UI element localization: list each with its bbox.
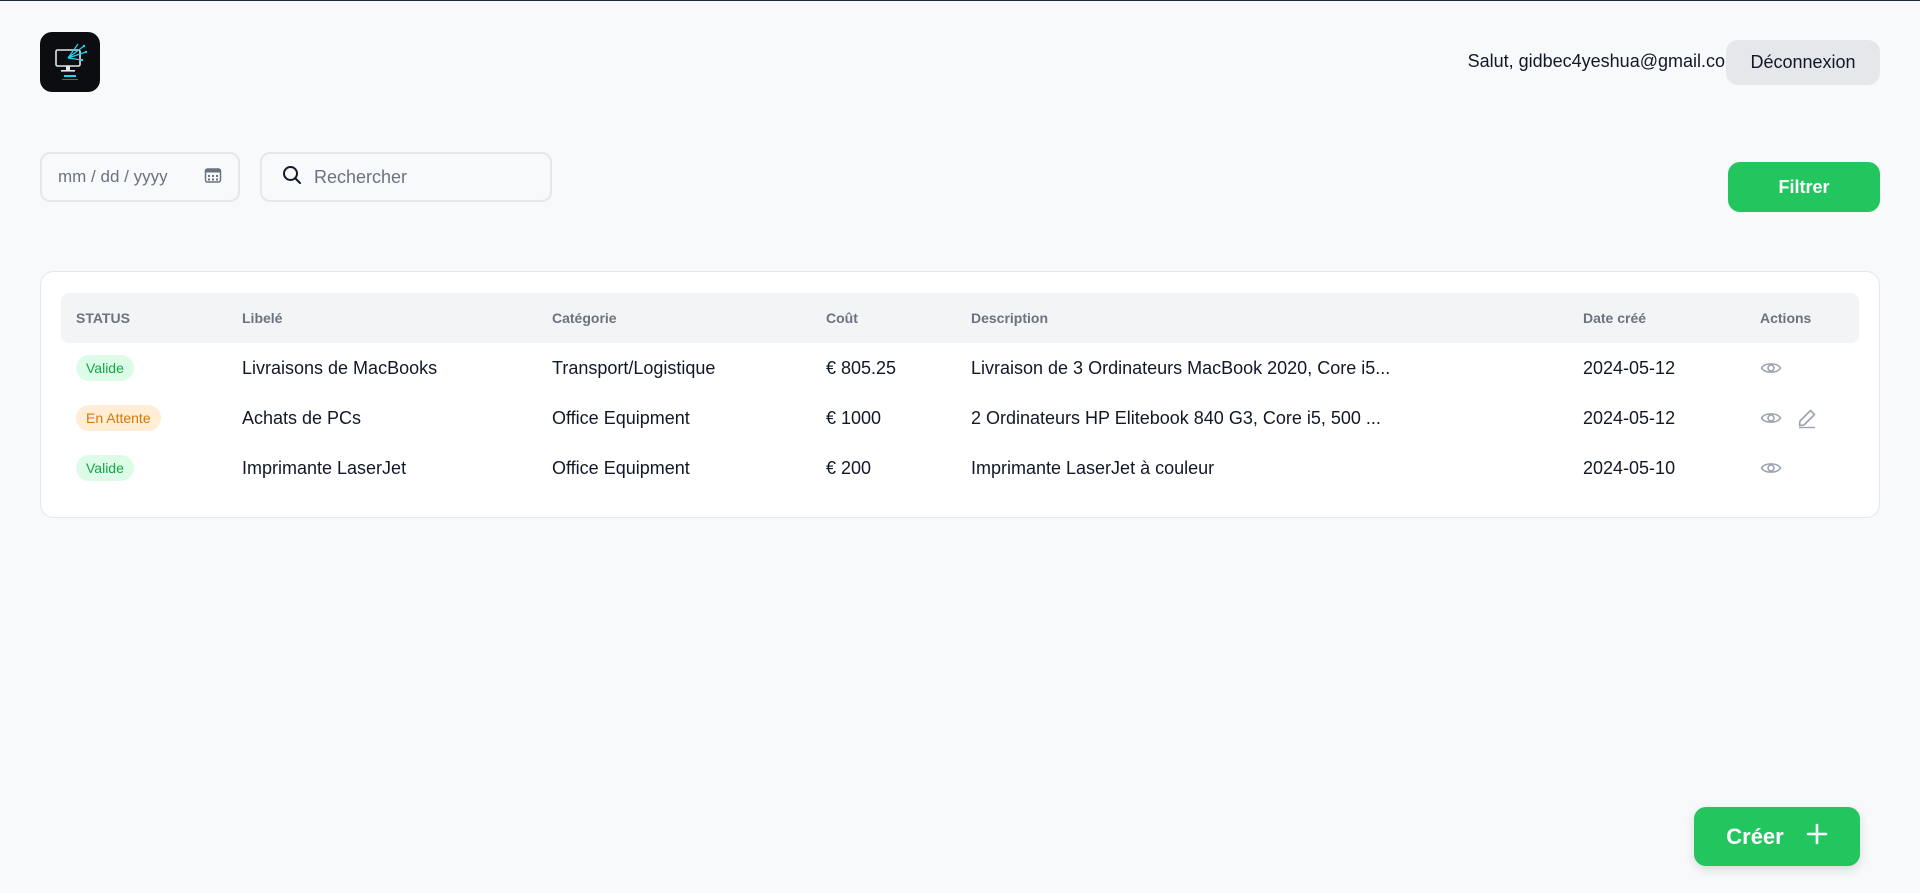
column-header-actions: Actions <box>1760 310 1812 326</box>
calendar-icon[interactable] <box>204 166 222 189</box>
status-cell: Valide <box>61 343 227 393</box>
search-field[interactable] <box>260 152 552 202</box>
table-row: Valide Imprimante LaserJet Office Equipm… <box>61 443 1859 493</box>
column-header-status: STATUS <box>76 310 130 326</box>
status-badge: Valide <box>76 455 134 481</box>
label-cell: Livraisons de MacBooks <box>242 357 438 378</box>
status-badge: En Attente <box>76 405 161 431</box>
label-cell: Achats de PCs <box>242 407 362 428</box>
view-eye-icon[interactable] <box>1760 457 1782 479</box>
description-cell: Livraison de 3 Ordinateurs MacBook 2020,… <box>971 357 1391 378</box>
monitor-logo-icon <box>55 43 88 80</box>
status-cell: Valide <box>61 443 227 493</box>
status-badge: Valide <box>76 355 134 381</box>
actions-cell <box>1745 343 1859 393</box>
expenses-table: STATUS Libelé Catégorie Coût Description… <box>61 293 1859 493</box>
view-eye-icon[interactable] <box>1760 407 1782 429</box>
expenses-table-card: STATUS Libelé Catégorie Coût Description… <box>40 271 1880 518</box>
filter-button[interactable]: Filtrer <box>1728 162 1880 212</box>
column-header-category: Catégorie <box>552 310 617 326</box>
description-cell: 2 Ordinateurs HP Elitebook 840 G3, Core … <box>971 407 1381 428</box>
category-cell: Office Equipment <box>552 407 690 428</box>
actions-cell <box>1745 393 1859 443</box>
cost-cell: € 805.25 <box>826 357 897 378</box>
status-cell: En Attente <box>61 393 227 443</box>
date-cell: 2024-05-12 <box>1583 407 1676 428</box>
edit-pencil-icon[interactable] <box>1796 407 1818 429</box>
create-label: Créer <box>1726 823 1784 849</box>
create-button[interactable]: Créer <box>1694 807 1860 866</box>
plus-icon <box>1806 823 1828 851</box>
table-row: Valide Livraisons de MacBooks Transport/… <box>61 343 1859 393</box>
date-placeholder: mm / dd / yyyy <box>58 167 168 186</box>
table-header-row: STATUS Libelé Catégorie Coût Description… <box>61 293 1859 343</box>
actions-cell <box>1745 443 1859 493</box>
column-header-date: Date créé <box>1583 310 1647 326</box>
table-row: En Attente Achats de PCs Office Equipmen… <box>61 393 1859 443</box>
logout-button[interactable]: Déconnexion <box>1726 40 1880 85</box>
column-header-description: Description <box>971 310 1049 326</box>
user-greeting: Salut, gidbec4yeshua@gmail.com! <box>1467 51 1745 71</box>
description-cell: Imprimante LaserJet à couleur <box>971 457 1215 478</box>
view-eye-icon[interactable] <box>1760 357 1782 379</box>
date-cell: 2024-05-12 <box>1583 357 1676 378</box>
search-input[interactable] <box>314 166 534 188</box>
cost-cell: € 200 <box>826 457 872 478</box>
column-header-cost: Coût <box>826 310 858 326</box>
date-cell: 2024-05-10 <box>1583 457 1676 478</box>
date-filter-input[interactable]: mm / dd / yyyy <box>40 152 240 202</box>
column-header-label: Libelé <box>242 310 283 326</box>
app-logo <box>40 32 100 92</box>
label-cell: Imprimante LaserJet <box>242 457 407 478</box>
category-cell: Office Equipment <box>552 457 690 478</box>
cost-cell: € 1000 <box>826 407 882 428</box>
search-icon <box>282 165 302 190</box>
category-cell: Transport/Logistique <box>552 357 716 378</box>
